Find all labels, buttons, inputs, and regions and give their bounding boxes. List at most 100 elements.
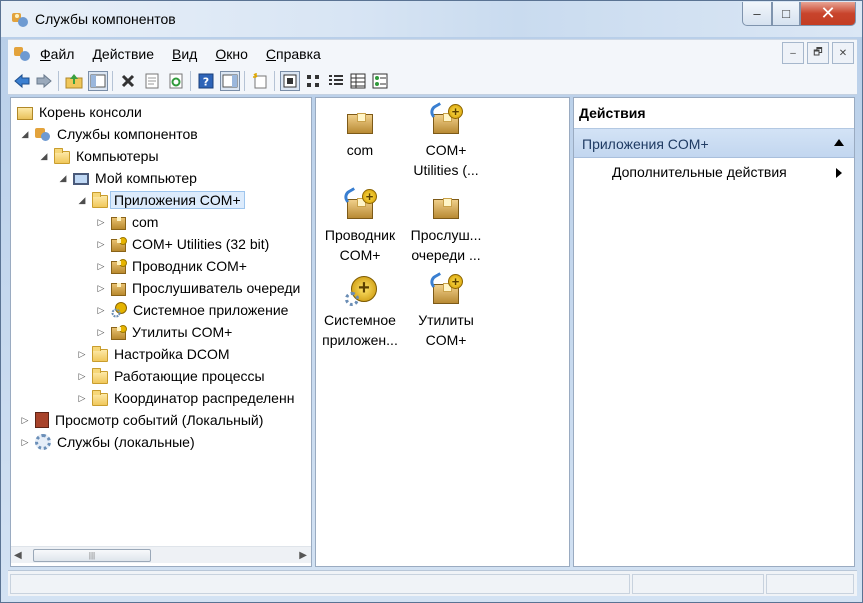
content-item-label: Прослуш... — [410, 227, 482, 243]
menu-action[interactable]: Действие — [92, 46, 154, 62]
actions-group-com-applications[interactable]: Приложения COM+ — [574, 128, 854, 158]
component-services-icon — [12, 13, 28, 27]
content-item-label: Утилиты — [418, 312, 474, 328]
tree-item-app-com-utilities[interactable]: ▷ Утилиты COM+ — [95, 321, 233, 343]
show-hide-action-pane-icon[interactable] — [220, 71, 240, 91]
tree-item-label: Работающие процессы — [114, 368, 265, 384]
expand-arrow-icon[interactable]: ▷ — [76, 392, 88, 404]
mdi-restore-button[interactable]: 🗗 — [807, 42, 829, 64]
tree-item-label: Службы (локальные) — [57, 434, 195, 450]
tree-item-label: Мой компьютер — [95, 170, 197, 186]
list-view-icon[interactable] — [326, 71, 346, 91]
window-minimize-button[interactable]: – — [742, 2, 772, 26]
system-app-icon: + — [343, 274, 377, 308]
tree-item-dcom-config[interactable]: ▷ Настройка DCOM — [76, 343, 230, 365]
scrollbar-thumb[interactable]: ||| — [33, 549, 151, 562]
content-item-label: Системное — [324, 312, 396, 328]
action-more-actions[interactable]: Дополнительные действия — [612, 164, 848, 180]
tree-item-running-processes[interactable]: ▷ Работающие процессы — [76, 365, 265, 387]
expand-arrow-icon[interactable]: ▷ — [19, 414, 31, 426]
tree-item-console-root[interactable]: Корень консоли — [15, 101, 142, 123]
tree-item-app-com-explorer[interactable]: ▷ Проводник COM+ — [95, 255, 247, 277]
details-view-icon[interactable] — [348, 71, 368, 91]
tree-item-label: COM+ Utilities (32 bit) — [132, 236, 270, 252]
expand-arrow-icon[interactable]: ▷ — [95, 260, 107, 272]
back-icon[interactable] — [12, 71, 32, 91]
menu-window[interactable]: Окно — [215, 46, 248, 62]
content-item-com-explorer[interactable]: + Проводник COM+ — [314, 187, 406, 265]
collapse-arrow-icon[interactable]: ◢ — [57, 172, 69, 184]
collapse-arrow-icon[interactable]: ◢ — [38, 150, 50, 162]
scroll-left-icon[interactable]: ◀ — [14, 550, 22, 561]
content-item-queue-listener[interactable]: Прослуш... очереди ... — [400, 189, 492, 265]
folder-icon — [92, 367, 108, 384]
content-item-com-utilities[interactable]: + Утилиты COM+ — [400, 272, 492, 350]
collapse-arrow-icon[interactable]: ◢ — [76, 194, 88, 206]
content-pane[interactable]: com + COM+ Utilities (... + Проводник CO… — [315, 97, 570, 567]
expand-arrow-icon[interactable]: ▷ — [95, 304, 107, 316]
tree-item-app-system[interactable]: ▷ Системное приложение — [95, 299, 288, 321]
scroll-right-icon[interactable]: ▶ — [299, 550, 307, 561]
expand-arrow-icon[interactable]: ▷ — [95, 216, 107, 228]
collapse-up-icon[interactable] — [834, 139, 844, 146]
folder-icon — [92, 345, 108, 362]
new-icon[interactable] — [250, 71, 270, 91]
toolbar: ? — [8, 67, 857, 95]
actions-header: Действия — [574, 98, 854, 126]
show-hide-tree-icon[interactable] — [88, 71, 108, 91]
tree-item-distributed-coordinator[interactable]: ▷ Координатор распределенн — [76, 387, 294, 409]
forward-icon[interactable] — [34, 71, 54, 91]
com-app-plus-icon — [111, 258, 127, 274]
expand-arrow-icon[interactable]: ▷ — [95, 282, 107, 294]
tree-item-label: Службы компонентов — [57, 126, 198, 142]
tree-item-label: Системное приложение — [133, 302, 289, 318]
delete-icon[interactable] — [118, 71, 138, 91]
title-bar[interactable]: Службы компонентов – □ ✕ — [1, 1, 862, 37]
content-item-com-utilities-32[interactable]: + COM+ Utilities (... — [400, 102, 492, 180]
tree-horizontal-scrollbar[interactable]: ◀ ||| ▶ — [11, 546, 311, 563]
folder-icon — [92, 191, 108, 208]
menu-view[interactable]: Вид — [172, 46, 197, 62]
menu-file[interactable]: Файл — [40, 46, 74, 62]
content-item-com[interactable]: com — [314, 104, 406, 160]
expand-arrow-icon[interactable]: ▷ — [76, 370, 88, 382]
expand-arrow-icon[interactable]: ▷ — [95, 326, 107, 338]
collapse-arrow-icon[interactable]: ◢ — [19, 128, 31, 140]
status-view-icon[interactable] — [370, 71, 390, 91]
tree-item-com-applications[interactable]: ◢ Приложения COM+ — [76, 189, 245, 211]
content-item-system-app[interactable]: + Системное приложен... — [314, 274, 406, 350]
large-icons-view-icon[interactable] — [280, 71, 300, 91]
tree-item-my-computer[interactable]: ◢ Мой компьютер — [57, 167, 197, 189]
tree-item-component-services[interactable]: ◢ Службы компонентов — [19, 123, 198, 145]
console-tree[interactable]: Корень консоли ◢ Службы компонентов ◢ Ко… — [10, 97, 312, 567]
mdi-minimize-button[interactable]: – — [782, 42, 804, 64]
tree-item-services-local[interactable]: ▷ Службы (локальные) — [19, 431, 195, 453]
expand-arrow-icon[interactable]: ▷ — [19, 436, 31, 448]
mdi-close-button[interactable]: ✕ — [832, 42, 854, 64]
tree-item-app-com-utilities-32[interactable]: ▷ COM+ Utilities (32 bit) — [95, 233, 270, 255]
tree-item-event-viewer[interactable]: ▷ Просмотр событий (Локальный) — [19, 409, 263, 431]
expand-arrow-icon[interactable]: ▷ — [95, 238, 107, 250]
computer-icon — [73, 173, 89, 185]
com-app-icon — [111, 282, 126, 296]
menu-help[interactable]: Справка — [266, 46, 321, 62]
help-icon[interactable]: ? — [196, 71, 216, 91]
content-item-label-line2: приложен... — [322, 332, 398, 348]
status-bar-section — [766, 574, 854, 594]
tree-item-app-com[interactable]: ▷ com — [95, 211, 159, 233]
expand-arrow-icon[interactable]: ▷ — [76, 348, 88, 360]
small-icons-view-icon[interactable] — [304, 71, 324, 91]
tree-item-app-queue-listener[interactable]: ▷ Прослушиватель очереди — [95, 277, 301, 299]
window-close-button[interactable]: ✕ — [800, 2, 856, 26]
tree-item-label: Утилиты COM+ — [132, 324, 233, 340]
properties-icon[interactable] — [142, 71, 162, 91]
status-bar — [8, 570, 857, 596]
tree-item-computers[interactable]: ◢ Компьютеры — [38, 145, 159, 167]
window-maximize-button[interactable]: □ — [772, 2, 800, 26]
event-viewer-icon — [35, 412, 49, 428]
submenu-arrow-icon[interactable] — [836, 168, 842, 178]
component-services-icon[interactable] — [13, 44, 31, 62]
com-app-icon — [343, 104, 377, 138]
up-folder-icon[interactable] — [64, 71, 84, 91]
refresh-icon[interactable] — [166, 71, 186, 91]
